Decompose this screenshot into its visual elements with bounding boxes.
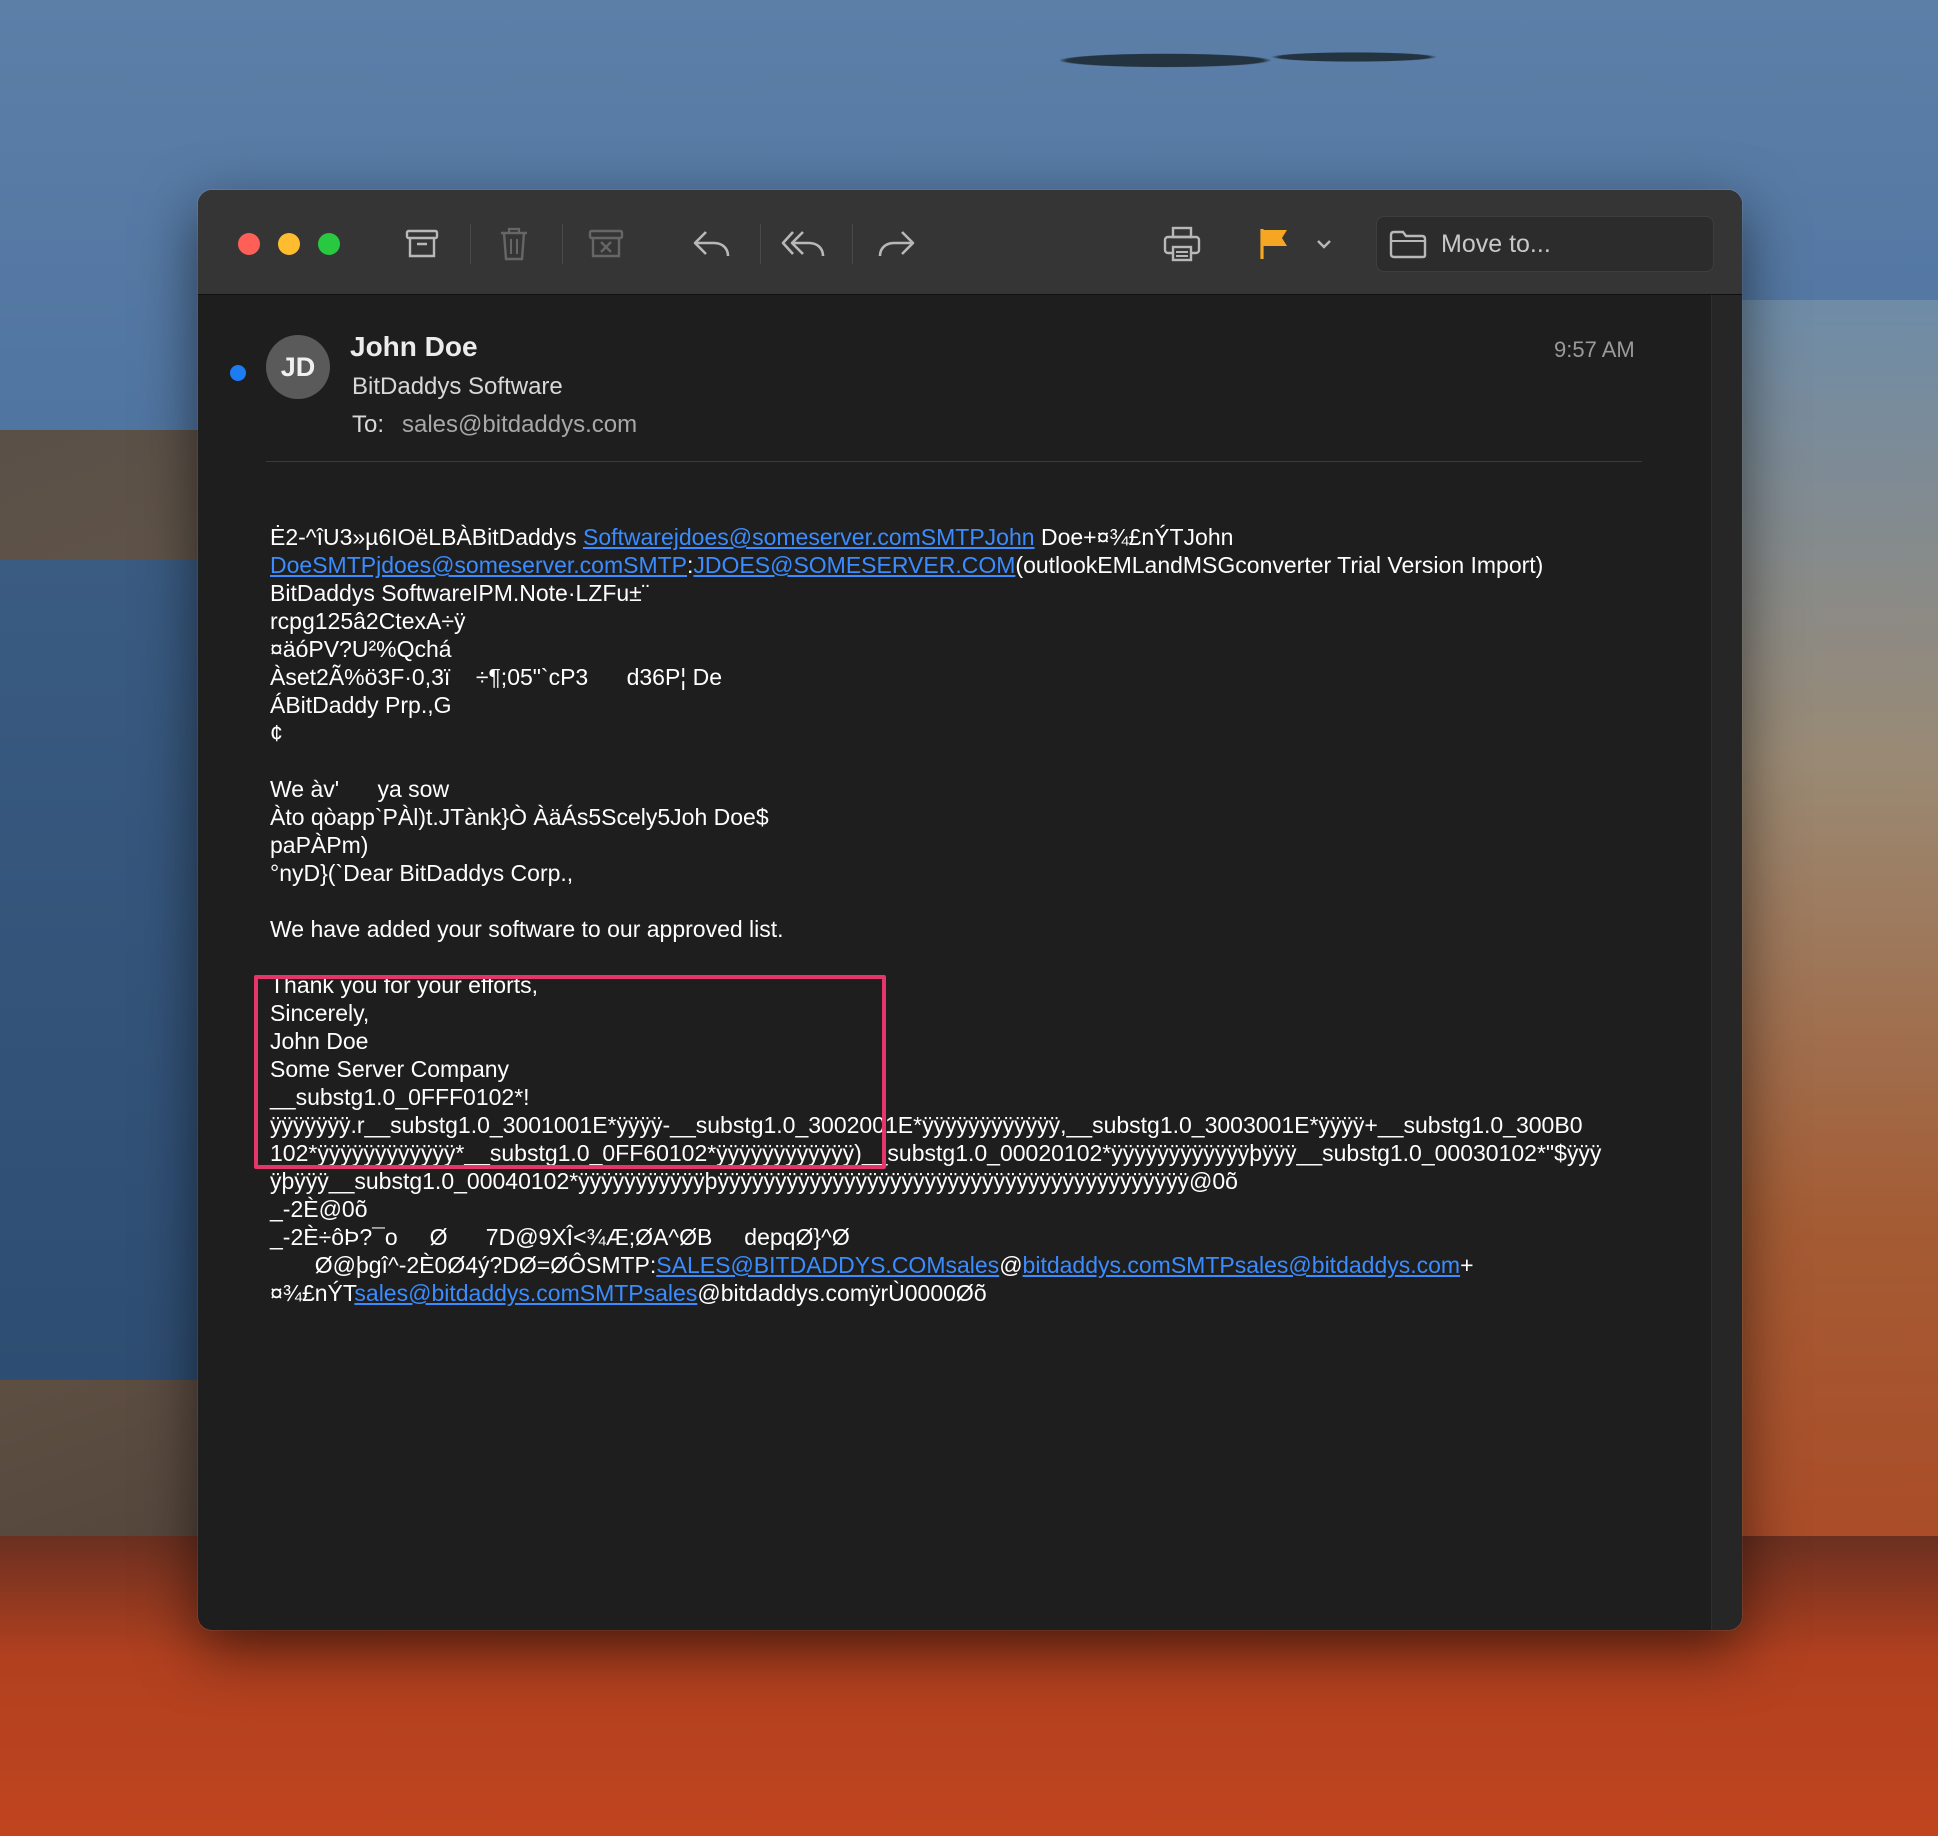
email-link[interactable]: SALES@BITDADDYS.COMsales xyxy=(656,1252,999,1278)
body-text: @bitdaddys.comÿrÙ0000Øõ xyxy=(697,1280,987,1306)
body-text: (outlookEMLandMSGconverter Trial Version… xyxy=(1015,552,1544,578)
body-line xyxy=(270,887,1670,915)
mail-message-window: Move to... JD John Doe BitDaddys Softwar… xyxy=(198,190,1742,1630)
toolbar: Move to... xyxy=(198,190,1742,295)
body-text: Doe+¤¾£nÝTJohn xyxy=(1034,524,1234,550)
email-link[interactable]: DoeSMTPjdoes@someserver.comSMTP xyxy=(270,552,687,578)
reply-icon[interactable] xyxy=(688,220,736,268)
move-to-button[interactable]: Move to... xyxy=(1376,216,1714,272)
header-divider xyxy=(266,461,1642,462)
toolbar-separator xyxy=(470,224,471,264)
body-line xyxy=(270,943,1670,971)
highlight-annotation-box xyxy=(254,975,886,1169)
body-line: °nyD}(`Dear BitDaddys Corp., xyxy=(270,860,574,886)
trash-icon[interactable] xyxy=(490,220,538,268)
reply-all-icon[interactable] xyxy=(780,220,828,268)
body-text: Ø@þgî^-2È0Ø4ý?DØ=ØÔSMTP: xyxy=(270,1252,657,1278)
avatar: JD xyxy=(266,335,330,399)
email-link[interactable]: Softwarejdoes@someserver.comSMTPJohn xyxy=(583,524,1035,550)
archive-icon[interactable] xyxy=(398,220,446,268)
body-line: DoeSMTPjdoes@someserver.comSMTP:JDOES@SO… xyxy=(270,551,1670,579)
message-content: JD John Doe BitDaddys Software To: sales… xyxy=(198,295,1712,1630)
chevron-down-icon[interactable] xyxy=(1310,220,1338,268)
email-link[interactable]: JDOES@SOMESERVER.COM xyxy=(693,552,1015,578)
close-window-button[interactable] xyxy=(238,233,260,255)
body-line: ¤¾£nÝTsales@bitdaddys.comSMTPsales@bitda… xyxy=(270,1279,1670,1307)
message-time: 9:57 AM xyxy=(1554,337,1635,362)
body-line: ¤äóPV?U²%Qchá xyxy=(270,636,452,662)
body-line: ÿþÿÿÿ__substg1.0_00040102*ÿÿÿÿÿÿÿÿÿÿÿþÿÿ… xyxy=(270,1168,1238,1194)
body-line: paPÀPm) xyxy=(270,832,369,858)
message-body: Ė2-^îU3»µ6IOëLBÀBitDaddys Softwarejdoes@… xyxy=(270,495,1670,1363)
to-label: To: xyxy=(352,411,385,438)
body-text: ¤¾£nÝT xyxy=(270,1280,355,1306)
minimize-window-button[interactable] xyxy=(278,233,300,255)
scrollbar-track[interactable] xyxy=(1711,295,1742,1630)
email-link[interactable]: bitdaddys.comSMTPsales@bitdaddys.com xyxy=(1023,1252,1461,1278)
body-line: We have added your software to our appro… xyxy=(270,916,784,942)
body-text: Ė2-^îU3»µ6IOëLBÀBitDaddys xyxy=(270,524,583,550)
zoom-window-button[interactable] xyxy=(318,233,340,255)
sender-company: BitDaddys Software xyxy=(352,373,563,400)
move-to-label: Move to... xyxy=(1441,229,1551,258)
unread-indicator-icon xyxy=(230,365,246,381)
body-line: _-2È@0õ xyxy=(270,1196,368,1222)
folder-icon xyxy=(1389,229,1427,259)
body-text: @ xyxy=(999,1252,1023,1278)
print-icon[interactable] xyxy=(1158,220,1206,268)
body-line: We àv' ya sow xyxy=(270,776,450,802)
recipient-address[interactable]: sales@bitdaddys.com xyxy=(402,411,637,439)
toolbar-separator xyxy=(852,224,853,264)
wallpaper-ocean-left xyxy=(0,560,200,1380)
body-line: Àto qòapp`PÀl)t.JTànk}Ò ÀäÁs5Scely5Joh D… xyxy=(270,804,769,830)
email-link[interactable]: sales@bitdaddys.comSMTPsales xyxy=(354,1280,697,1306)
toolbar-separator xyxy=(562,224,563,264)
body-text: + xyxy=(1460,1252,1474,1278)
flag-icon[interactable] xyxy=(1250,220,1298,268)
body-line: Ė2-^îU3»µ6IOëLBÀBitDaddys Softwarejdoes@… xyxy=(270,523,1670,551)
body-line: rcpg125â2CtexA÷ÿ xyxy=(270,608,466,634)
sender-name[interactable]: John Doe xyxy=(350,331,478,363)
junk-icon[interactable] xyxy=(582,220,630,268)
body-line: _-2È÷ôÞ?¯o Ø 7D@9XÎ<¾Æ;ØA^ØB depqØ}^Ø xyxy=(270,1224,850,1250)
forward-icon[interactable] xyxy=(872,220,920,268)
body-line xyxy=(270,747,1670,775)
body-line: BitDaddys SoftwareIPM.Note·LZFu±¨ xyxy=(270,580,650,606)
toolbar-separator xyxy=(760,224,761,264)
body-line: Ø@þgî^-2È0Ø4ý?DØ=ØÔSMTP:SALES@BITDADDYS.… xyxy=(270,1251,1670,1279)
body-line: Àset2Ã%ö3F·0,3ï ÷¶;05"`cP3 d36P¦ De xyxy=(270,664,723,690)
body-line: ¢ xyxy=(270,720,283,746)
wallpaper-islands xyxy=(1060,40,1480,74)
body-line: ÁBitDaddy Prp.,G xyxy=(270,692,452,718)
